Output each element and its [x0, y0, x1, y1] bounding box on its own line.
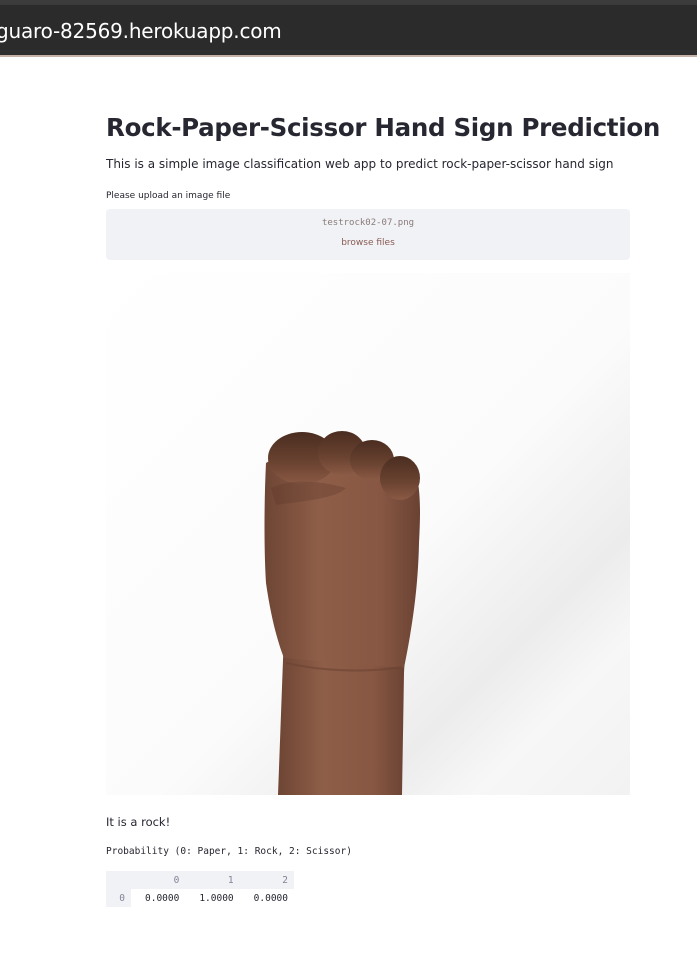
table-header-cell: 0 [131, 871, 186, 889]
browse-files-button[interactable]: browse files [106, 238, 630, 248]
file-uploader-label: Please upload an image file [106, 191, 231, 201]
table-cell: 1.0000 [185, 889, 240, 907]
prediction-result: It is a rock! [106, 815, 171, 829]
fist-image [106, 273, 630, 795]
page-subtitle: This is a simple image classification we… [106, 157, 614, 171]
table-header-cell: 2 [239, 871, 294, 889]
table-header-cell: 1 [185, 871, 240, 889]
table-cell: 0.0000 [131, 889, 186, 907]
probability-table: 0 1 2 0 0.0000 1.0000 0.0000 [106, 871, 294, 907]
table-row-index: 0 [106, 889, 131, 907]
file-uploader-dropzone[interactable]: testrock02-07.png browse files [106, 209, 630, 260]
table-header-index [106, 871, 131, 889]
uploaded-file-name: testrock02-07.png [321, 218, 415, 228]
table-header-row: 0 1 2 [106, 871, 294, 889]
uploaded-image [106, 273, 630, 795]
page-title: Rock-Paper-Scissor Hand Sign Prediction [106, 113, 660, 142]
url-field[interactable]: guaro-82569.herokuapp.com [0, 5, 697, 50]
probability-label: Probability (0: Paper, 1: Rock, 2: Sciss… [106, 846, 352, 857]
url-text[interactable]: guaro-82569.herokuapp.com [0, 19, 282, 43]
table-row: 0 0.0000 1.0000 0.0000 [106, 889, 294, 907]
browser-address-bar: guaro-82569.herokuapp.com [0, 0, 697, 57]
table-cell: 0.0000 [239, 889, 294, 907]
